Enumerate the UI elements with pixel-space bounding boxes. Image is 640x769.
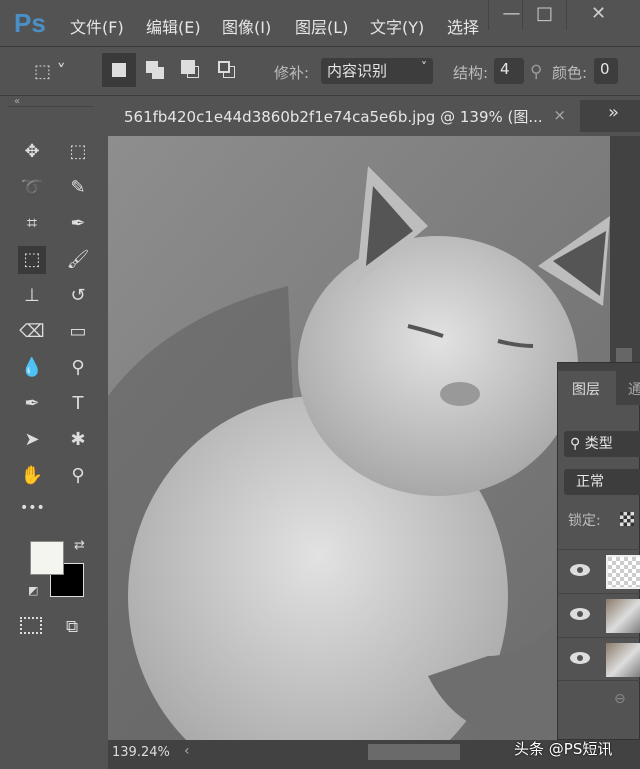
history-brush-tool-icon[interactable]: ↺ [64, 282, 92, 310]
menu-layer[interactable]: 图层(L) [295, 14, 348, 38]
quick-mask-icon[interactable] [20, 617, 42, 634]
swap-colors-icon[interactable]: ⇄ [74, 538, 85, 553]
eye-icon[interactable] [570, 652, 590, 664]
dodge-tool-icon[interactable]: ⚲ [64, 354, 92, 382]
scroll-thumb[interactable] [616, 348, 632, 362]
horizontal-scroll-thumb[interactable] [368, 744, 460, 760]
eyedropper-tool-icon[interactable]: ✒ [64, 210, 92, 238]
patch-tool-icon[interactable]: ⬚ [18, 246, 46, 274]
zoom-level[interactable]: 139.24% [112, 745, 170, 760]
blur-tool-icon[interactable]: 💧 [18, 354, 46, 382]
photoshop-logo: Ps [14, 8, 46, 38]
lock-transparent-icon[interactable] [620, 512, 634, 526]
new-selection-button[interactable] [102, 53, 136, 87]
marquee-tool-icon[interactable]: ⬚ [64, 138, 92, 166]
watermark: 头条 @PS短讯 [514, 740, 613, 758]
chevron-down-icon: ˅ [421, 60, 427, 74]
lasso-tool-icon[interactable]: ➰ [18, 174, 46, 202]
eraser-tool-icon[interactable]: ⌫ [18, 318, 46, 346]
add-selection-icon[interactable] [146, 61, 158, 73]
close-button[interactable]: ✕ [566, 0, 630, 30]
layer-row[interactable] [558, 637, 640, 681]
structure-input[interactable]: 4 [494, 58, 524, 84]
layers-panel: 图层 通 ⚲ 类型 正常 锁定: ⊖ [557, 362, 640, 740]
layer-thumbnail [606, 643, 640, 677]
menu-image[interactable]: 图像(I) [222, 14, 271, 38]
default-colors-icon[interactable]: ◩ [28, 584, 38, 597]
layer-thumbnail [606, 555, 640, 589]
move-tool-icon[interactable]: ✥ [18, 138, 46, 166]
hand-tool-icon[interactable]: ✋ [18, 462, 46, 490]
patch-mode-select[interactable]: 内容识别 ˅ [321, 58, 433, 84]
edit-toolbar-button[interactable]: ••• [20, 500, 45, 516]
eye-icon[interactable] [570, 608, 590, 620]
zoom-tool-icon[interactable]: ⚲ [64, 462, 92, 490]
search-icon: ⚲ [530, 62, 543, 82]
type-tool-icon[interactable]: T [64, 390, 92, 418]
maximize-button[interactable]: □ [522, 0, 566, 30]
layer-filter-select[interactable]: ⚲ 类型 [564, 431, 640, 457]
tab-layers[interactable]: 图层 [558, 371, 616, 405]
layer-row[interactable] [558, 549, 640, 593]
panel-expand-icon[interactable]: » [608, 102, 619, 123]
eye-icon[interactable] [570, 564, 590, 576]
patch-label: 修补: [274, 64, 310, 82]
cat-photo [108, 136, 610, 740]
foreground-color-swatch[interactable] [30, 541, 64, 575]
path-selection-tool-icon[interactable]: ➤ [18, 426, 46, 454]
clone-stamp-tool-icon[interactable]: ⊥ [18, 282, 46, 310]
title-bar: Ps 文件(F) 编辑(E) 图像(I) 图层(L) 文字(Y) 选择 — □ … [0, 0, 640, 46]
blend-mode-select[interactable]: 正常 [564, 469, 640, 495]
divider [8, 106, 94, 107]
layer-row[interactable] [558, 593, 640, 637]
custom-shape-tool-icon[interactable]: ✱ [64, 426, 92, 454]
crop-tool-icon[interactable]: ⌗ [18, 210, 46, 238]
subtract-selection-icon[interactable] [181, 60, 195, 74]
menu-select[interactable]: 选择 [447, 14, 479, 38]
scroll-left-icon[interactable]: ‹ [184, 743, 190, 759]
tab-channels[interactable]: 通 [628, 379, 640, 399]
patch-mode-value: 内容识别 [327, 62, 388, 80]
vertical-scrollbar[interactable] [610, 136, 640, 362]
lock-label: 锁定: [568, 513, 601, 529]
brush-tool-icon[interactable]: 🖌 [64, 246, 92, 274]
menu-file[interactable]: 文件(F) [70, 14, 124, 38]
structure-label: 结构: [453, 64, 489, 82]
document-tab[interactable]: 561fb420c1e44d3860b2f1e74ca5e6b.jpg @ 13… [108, 100, 580, 132]
new-selection-icon [112, 63, 126, 77]
gradient-tool-icon[interactable]: ▭ [64, 318, 92, 346]
search-icon: ⚲ [570, 436, 585, 452]
patch-tool-preset-icon[interactable]: ⬚ ˅ [34, 61, 66, 82]
screen-mode-icon[interactable]: ⧉ [66, 617, 78, 637]
menu-edit[interactable]: 编辑(E) [146, 14, 201, 38]
quick-selection-tool-icon[interactable]: ✎ [64, 174, 92, 202]
document-title: 561fb420c1e44d3860b2f1e74ca5e6b.jpg @ 13… [124, 108, 543, 126]
link-layers-icon[interactable]: ⊖ [614, 691, 626, 707]
filter-value: 类型 [584, 436, 613, 452]
intersect-selection-icon[interactable] [218, 61, 230, 73]
pen-tool-icon[interactable]: ✒ [18, 390, 46, 418]
color-input[interactable]: 0 [594, 58, 618, 84]
menu-type[interactable]: 文字(Y) [370, 14, 424, 38]
options-bar: ⬚ ˅ [0, 46, 640, 96]
close-tab-icon[interactable]: × [553, 106, 566, 124]
document-canvas[interactable] [108, 136, 610, 740]
layer-thumbnail [606, 599, 640, 633]
color-label: 颜色: [552, 64, 588, 82]
